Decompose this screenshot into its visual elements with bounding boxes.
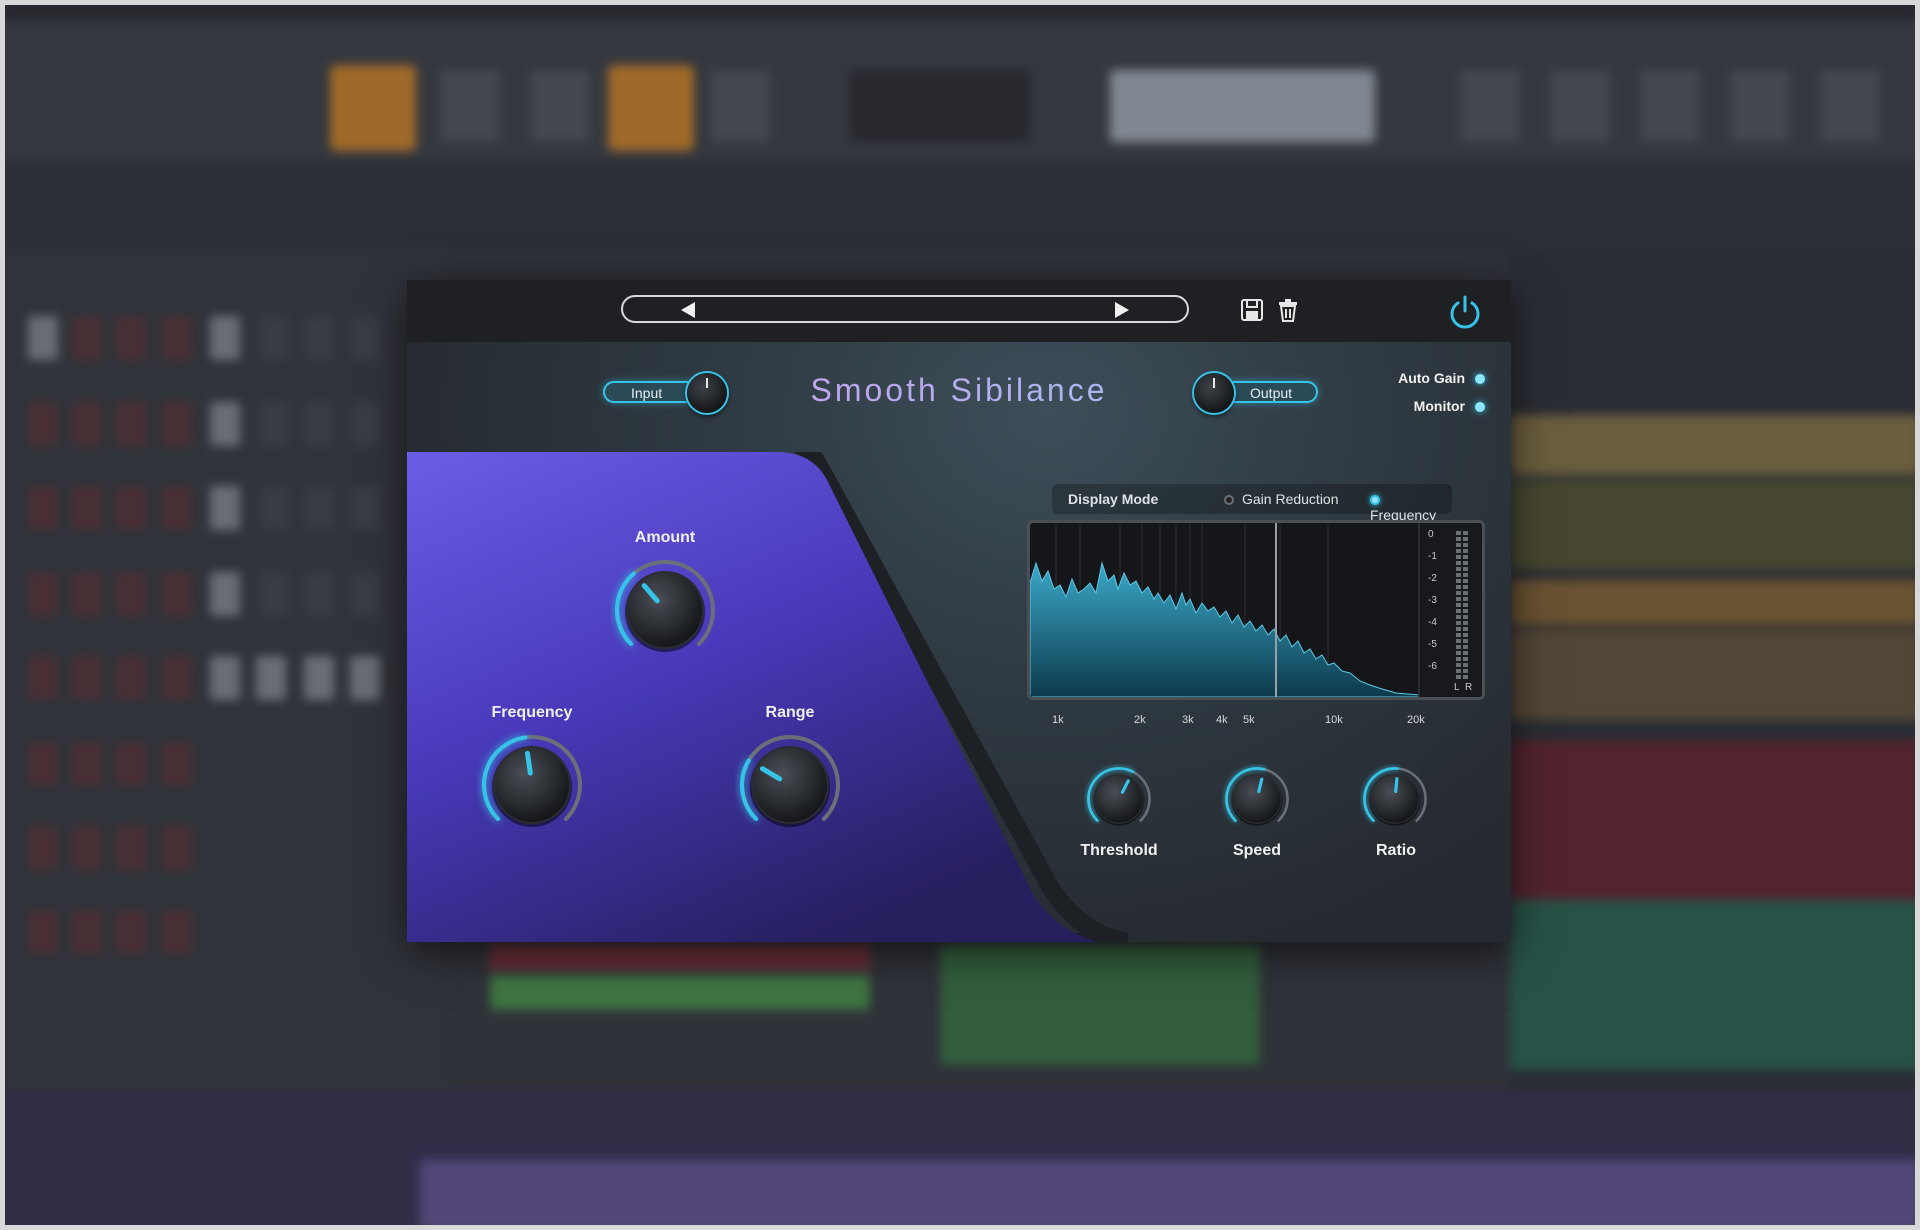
output-gain[interactable]: Output [1194,373,1318,413]
monitor-led[interactable] [1475,402,1485,413]
ratio-label: Ratio [1376,842,1416,859]
range-knob[interactable] [735,730,845,840]
knob-pointer [524,750,533,776]
plugin-title: Smooth Sibilance [407,372,1511,409]
save-icon[interactable] [1239,296,1265,324]
amount-knob[interactable] [610,555,720,665]
frequency-label: Frequency [491,704,573,721]
threshold-label: Threshold [1080,842,1158,859]
gain-reduction-option[interactable]: Gain Reduction [1224,491,1339,507]
db-tick: -2 [1428,573,1437,584]
frequency-knob[interactable] [477,730,587,840]
monitor-label: Monitor [1413,398,1465,414]
db-tick: -4 [1428,617,1437,628]
freq-tick: 20k [1407,714,1425,726]
preset-toolbar [407,280,1511,343]
input-label: Input [631,385,663,401]
db-tick: 0 [1428,529,1434,540]
plugin-window: Smooth Sibilance Input Output Auto Gain … [407,280,1511,942]
preset-browser[interactable] [621,295,1189,323]
freq-tick: 5k [1243,714,1255,726]
db-tick: -5 [1428,639,1437,650]
auto-gain-led[interactable] [1475,374,1485,385]
auto-gain-toggle[interactable]: Auto Gain [1398,370,1485,386]
output-knob[interactable] [1194,373,1234,413]
knob-body [626,571,704,649]
input-gain[interactable]: Input [603,373,727,413]
trash-icon[interactable] [1275,296,1301,324]
knob-body [751,746,829,824]
plugin-body: Smooth Sibilance Input Output Auto Gain … [407,342,1511,942]
knob-pointer [1394,777,1399,793]
spectrum-graph [1030,523,1421,697]
auto-gain-label: Auto Gain [1398,370,1465,386]
db-tick: -1 [1428,551,1437,562]
input-knob[interactable] [687,373,727,413]
amount-label: Amount [634,529,696,546]
freq-tick: 10k [1325,714,1343,726]
frequency-option[interactable]: Frequency [1370,491,1452,523]
meter-bar-right [1463,531,1468,679]
freq-tick: 2k [1134,714,1146,726]
meter-bar-left [1456,531,1461,679]
power-icon[interactable] [1445,292,1485,332]
knob-body [1232,774,1282,824]
frequency-radio[interactable] [1370,495,1380,506]
freq-tick: 3k [1182,714,1194,726]
knob-body [493,746,571,824]
display-mode-selector: Display Mode Gain Reduction Frequency [1052,484,1452,523]
meter-channel-right: R [1465,682,1473,693]
threshold-knob[interactable] [1084,764,1154,834]
gain-reduction-radio[interactable] [1224,495,1234,506]
range-label: Range [765,704,815,721]
speed-knob[interactable] [1222,764,1292,834]
display-mode-label: Display Mode [1068,491,1159,507]
prev-preset-button[interactable] [681,302,695,318]
knob-body [1370,774,1420,824]
spectrum-display: 0 -1 -2 -3 -4 -5 -6 L R [1027,520,1485,700]
monitor-toggle[interactable]: Monitor [1414,398,1485,414]
output-meter: 0 -1 -2 -3 -4 -5 -6 L R [1418,523,1482,697]
db-tick: -3 [1428,595,1437,606]
ratio-knob[interactable] [1360,764,1430,834]
knob-body [1094,774,1144,824]
output-label: Output [1250,385,1293,401]
freq-tick: 1k [1052,714,1064,726]
next-preset-button[interactable] [1115,302,1129,318]
speed-label: Speed [1232,842,1281,859]
db-tick: -6 [1428,661,1437,672]
freq-tick: 4k [1216,714,1228,726]
meter-channel-left: L [1454,682,1460,693]
